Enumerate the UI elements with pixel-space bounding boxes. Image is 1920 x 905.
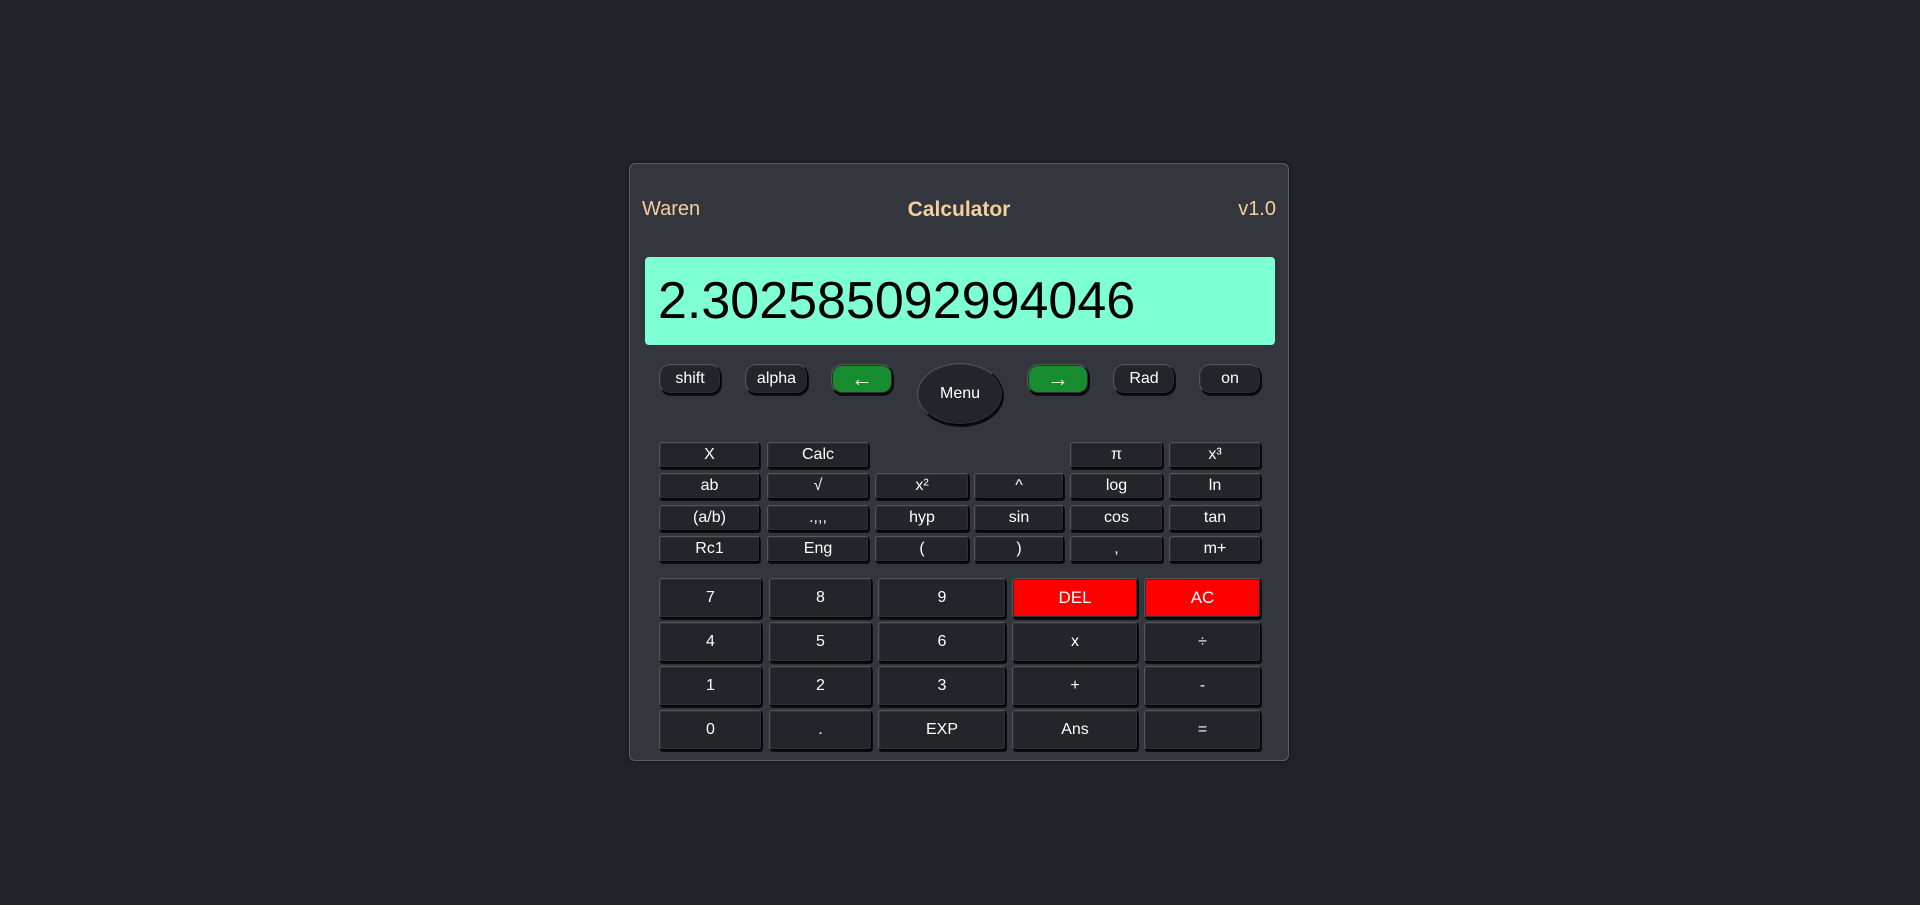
tan-key[interactable]: tan (1169, 505, 1261, 531)
degrees-key[interactable]: .,,, (767, 505, 869, 531)
angle-mode-button[interactable]: Rad (1113, 364, 1175, 394)
cos-key[interactable]: cos (1070, 505, 1163, 531)
digit-6-key[interactable]: 6 (878, 622, 1006, 662)
eng-key[interactable]: Eng (767, 536, 869, 562)
right-arrow-button[interactable]: → (1027, 364, 1089, 394)
digit-0-key[interactable]: 0 (659, 710, 762, 750)
log-key[interactable]: log (1070, 473, 1163, 499)
divide-key[interactable]: ÷ (1144, 622, 1261, 662)
exp-key[interactable]: EXP (878, 710, 1006, 750)
square-key[interactable]: x² (875, 473, 969, 499)
all-clear-button[interactable]: AC (1144, 578, 1261, 618)
calculator-display: 2.302585092994046 (645, 257, 1275, 345)
open-paren-key[interactable]: ( (875, 536, 969, 562)
delete-button[interactable]: DEL (1012, 578, 1138, 618)
digit-1-key[interactable]: 1 (659, 666, 762, 706)
app-title: Calculator (907, 198, 1011, 221)
memory-plus-key[interactable]: m+ (1169, 536, 1261, 562)
recall-key[interactable]: Rc1 (659, 536, 760, 562)
sqrt-key[interactable]: √ (767, 473, 869, 499)
equals-key[interactable]: = (1144, 710, 1261, 750)
hyp-key[interactable]: hyp (875, 505, 969, 531)
power-key[interactable]: ^ (974, 473, 1064, 499)
digit-4-key[interactable]: 4 (659, 622, 762, 662)
close-paren-key[interactable]: ) (974, 536, 1064, 562)
cube-key[interactable]: x³ (1169, 442, 1261, 468)
multiply-key[interactable]: x (1012, 622, 1138, 662)
digit-9-key[interactable]: 9 (878, 578, 1006, 618)
shift-button[interactable]: shift (659, 364, 721, 394)
digit-7-key[interactable]: 7 (659, 578, 762, 618)
alpha-button[interactable]: alpha (745, 364, 808, 394)
ab-key[interactable]: ab (659, 473, 760, 499)
left-arrow-button[interactable]: ← (831, 364, 893, 394)
version-label: v1.0 (1238, 198, 1276, 220)
calc-key[interactable]: Calc (767, 442, 869, 468)
digit-2-key[interactable]: 2 (769, 666, 872, 706)
digit-8-key[interactable]: 8 (769, 578, 872, 618)
sin-key[interactable]: sin (974, 505, 1064, 531)
answer-key[interactable]: Ans (1012, 710, 1138, 750)
digit-5-key[interactable]: 5 (769, 622, 872, 662)
comma-key[interactable]: , (1070, 536, 1163, 562)
calculator-header: Waren Calculator v1.0 (642, 198, 1276, 224)
plus-key[interactable]: + (1012, 666, 1138, 706)
x-variable-key[interactable]: X (659, 442, 760, 468)
menu-button[interactable]: Menu (917, 363, 1003, 425)
on-button[interactable]: on (1199, 364, 1261, 394)
digit-3-key[interactable]: 3 (878, 666, 1006, 706)
decimal-point-key[interactable]: . (769, 710, 872, 750)
ln-key[interactable]: ln (1169, 473, 1261, 499)
minus-key[interactable]: - (1144, 666, 1261, 706)
calculator-panel: Waren Calculator v1.0 2.302585092994046 … (629, 163, 1289, 761)
fraction-key[interactable]: (a/b) (659, 505, 760, 531)
pi-key[interactable]: π (1070, 442, 1163, 468)
